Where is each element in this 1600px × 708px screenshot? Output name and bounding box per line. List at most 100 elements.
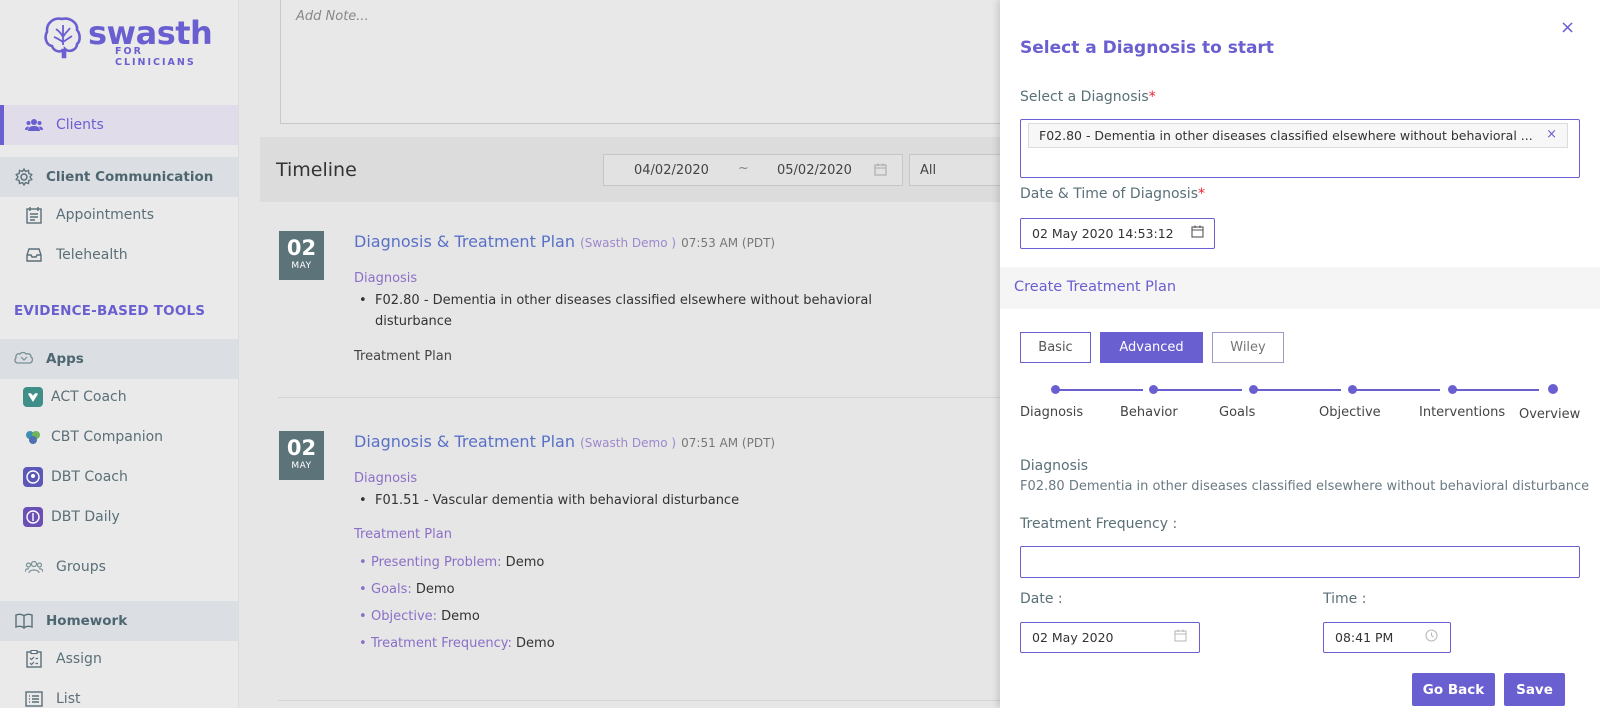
step-connector <box>1055 389 1143 391</box>
step-connector <box>1451 389 1539 391</box>
dbt-daily-app-icon <box>23 507 43 527</box>
step-dot-objective[interactable] <box>1348 385 1357 394</box>
plan-stepper: Diagnosis Behavior Goals Objective Inter… <box>1000 378 1600 422</box>
step-label-goals[interactable]: Goals <box>1219 405 1255 420</box>
sidebar-item-label: DBT Daily <box>51 509 120 525</box>
entry-day: 02 <box>286 236 317 260</box>
step-label-behavior[interactable]: Behavior <box>1120 405 1178 420</box>
step-dot-behavior[interactable] <box>1149 385 1158 394</box>
cbt-companion-app-icon <box>23 427 43 447</box>
clipboard-check-icon <box>24 649 44 669</box>
note-placeholder: Add Note... <box>296 9 369 24</box>
step-label-interventions[interactable]: Interventions <box>1419 405 1505 420</box>
evidence-based-tools-heading: EVIDENCE-BASED TOOLS <box>14 303 206 319</box>
selected-diagnosis-tag: F02.80 - Dementia in other diseases clas… <box>1028 123 1568 148</box>
sidebar-item-label: Telehealth <box>56 247 128 263</box>
sidebar-item-telehealth[interactable]: Telehealth <box>0 235 238 275</box>
timeline-title: Timeline <box>276 159 357 181</box>
entry-time: 07:53 AM (PDT) <box>681 236 776 250</box>
treatment-frequency-input[interactable] <box>1020 546 1580 578</box>
entry-diagnosis-label: Diagnosis <box>354 271 418 286</box>
sidebar-item-appointments[interactable]: Appointments <box>0 195 238 235</box>
step-label-objective[interactable]: Objective <box>1319 405 1381 420</box>
entry-title-link[interactable]: Diagnosis & Treatment Plan <box>354 232 575 251</box>
users-icon <box>24 115 44 135</box>
apps-brain-icon <box>14 349 34 369</box>
sidebar-item-label: Apps <box>46 351 84 367</box>
step-dot-interventions[interactable] <box>1448 385 1457 394</box>
tag-text: F02.80 - Dementia in other diseases clas… <box>1039 128 1533 143</box>
entry-day: 02 <box>286 436 317 460</box>
date-range-start[interactable]: 04/02/2020 <box>634 163 709 178</box>
date-range-end[interactable]: 05/02/2020 <box>777 163 852 178</box>
step-dot-overview[interactable] <box>1548 384 1558 394</box>
step-dot-diagnosis[interactable] <box>1051 385 1060 394</box>
plan-date-input[interactable]: 02 May 2020 <box>1020 622 1200 653</box>
entry-title: Diagnosis & Treatment Plan (Swasth Demo … <box>354 432 775 451</box>
save-button[interactable]: Save <box>1504 673 1565 706</box>
entry-title: Diagnosis & Treatment Plan (Swasth Demo … <box>354 232 775 251</box>
sidebar-section-client-communication[interactable]: Client Communication <box>0 157 238 197</box>
step-label-overview[interactable]: Overview <box>1519 407 1580 422</box>
sidebar-section-apps[interactable]: Apps <box>0 339 238 379</box>
sidebar-item-label: Appointments <box>56 207 155 223</box>
sidebar-item-act-coach[interactable]: ACT Coach <box>0 377 238 417</box>
sidebar-section-homework[interactable]: Homework <box>0 601 238 641</box>
sidebar-item-label: Clients <box>56 117 104 133</box>
entry-author: (Swasth Demo ) <box>580 436 677 450</box>
date-range-picker[interactable]: 04/02/2020 ~ 05/02/2020 <box>603 154 903 186</box>
sidebar-item-cbt-companion[interactable]: CBT Companion <box>0 417 238 457</box>
sidebar-item-label: Homework <box>46 613 128 629</box>
book-icon <box>14 611 34 631</box>
tag-remove-icon[interactable]: × <box>1546 127 1557 142</box>
gear-icon <box>14 167 34 187</box>
plan-key: Objective: <box>371 609 438 624</box>
create-treatment-plan-title: Create Treatment Plan <box>1014 279 1177 295</box>
sidebar-item-label: Assign <box>56 651 102 667</box>
plan-time-input[interactable]: 08:41 PM <box>1323 622 1451 653</box>
diagnosis-drawer: × Select a Diagnosis to start Select a D… <box>1000 0 1600 708</box>
sidebar: swasth FOR CLINICIANS Clients Client Com… <box>0 0 239 708</box>
timeline-filter-select[interactable]: All <box>909 154 1009 186</box>
entry-title-link[interactable]: Diagnosis & Treatment Plan <box>354 432 575 451</box>
entry-date-badge: 02 MAY <box>279 431 324 480</box>
add-note-textarea[interactable]: Add Note... <box>280 0 1010 124</box>
plan-item-objective: Objective: Demo <box>359 609 480 624</box>
sidebar-item-list[interactable]: List <box>0 679 238 708</box>
tab-wiley[interactable]: Wiley <box>1212 332 1284 363</box>
act-coach-app-icon <box>23 387 43 407</box>
entry-date-badge: 02 MAY <box>279 231 324 280</box>
plan-value: Demo <box>501 555 545 570</box>
tab-basic[interactable]: Basic <box>1020 332 1091 363</box>
sidebar-item-assign[interactable]: Assign <box>0 639 238 679</box>
sidebar-item-dbt-coach[interactable]: DBT Coach <box>0 457 238 497</box>
label-text: Date & Time of Diagnosis <box>1020 186 1198 202</box>
entry-diagnosis-item: F02.80 - Dementia in other diseases clas… <box>359 290 881 332</box>
sidebar-item-label: CBT Companion <box>51 429 164 445</box>
inbox-icon <box>24 245 44 265</box>
required-mark: * <box>1148 89 1156 105</box>
entry-divider <box>278 397 1018 398</box>
plan-item-presenting-problem: Presenting Problem: Demo <box>359 555 545 570</box>
entry-diagnosis-line1: F01.51 - Vascular dementia with behavior… <box>375 493 740 508</box>
step-dot-goals[interactable] <box>1249 385 1258 394</box>
swasth-logo[interactable]: swasth FOR CLINICIANS <box>42 15 213 68</box>
required-mark: * <box>1198 186 1205 202</box>
diagnosis-datetime-input[interactable]: 02 May 2020 14:53:12 <box>1020 218 1215 249</box>
sidebar-item-label: Groups <box>56 559 106 575</box>
sidebar-item-dbt-daily[interactable]: DBT Daily <box>0 497 238 537</box>
sidebar-item-clients[interactable]: Clients <box>0 105 238 145</box>
diagnosis-multiselect[interactable]: F02.80 - Dementia in other diseases clas… <box>1020 119 1580 178</box>
date-range-separator: ~ <box>738 161 749 176</box>
step-label-diagnosis[interactable]: Diagnosis <box>1020 405 1083 420</box>
sidebar-item-groups[interactable]: Groups <box>0 547 238 587</box>
entry-month: MAY <box>291 461 312 471</box>
create-treatment-plan-header: Create Treatment Plan <box>1000 267 1600 309</box>
tab-advanced[interactable]: Advanced <box>1100 332 1203 363</box>
plan-key: Treatment Frequency: <box>371 636 512 651</box>
go-back-button[interactable]: Go Back <box>1412 673 1495 706</box>
close-icon[interactable]: × <box>1560 17 1575 38</box>
calendar-icon <box>1174 629 1187 645</box>
plan-value: Demo <box>516 636 555 651</box>
plan-time-value: 08:41 PM <box>1335 630 1394 645</box>
